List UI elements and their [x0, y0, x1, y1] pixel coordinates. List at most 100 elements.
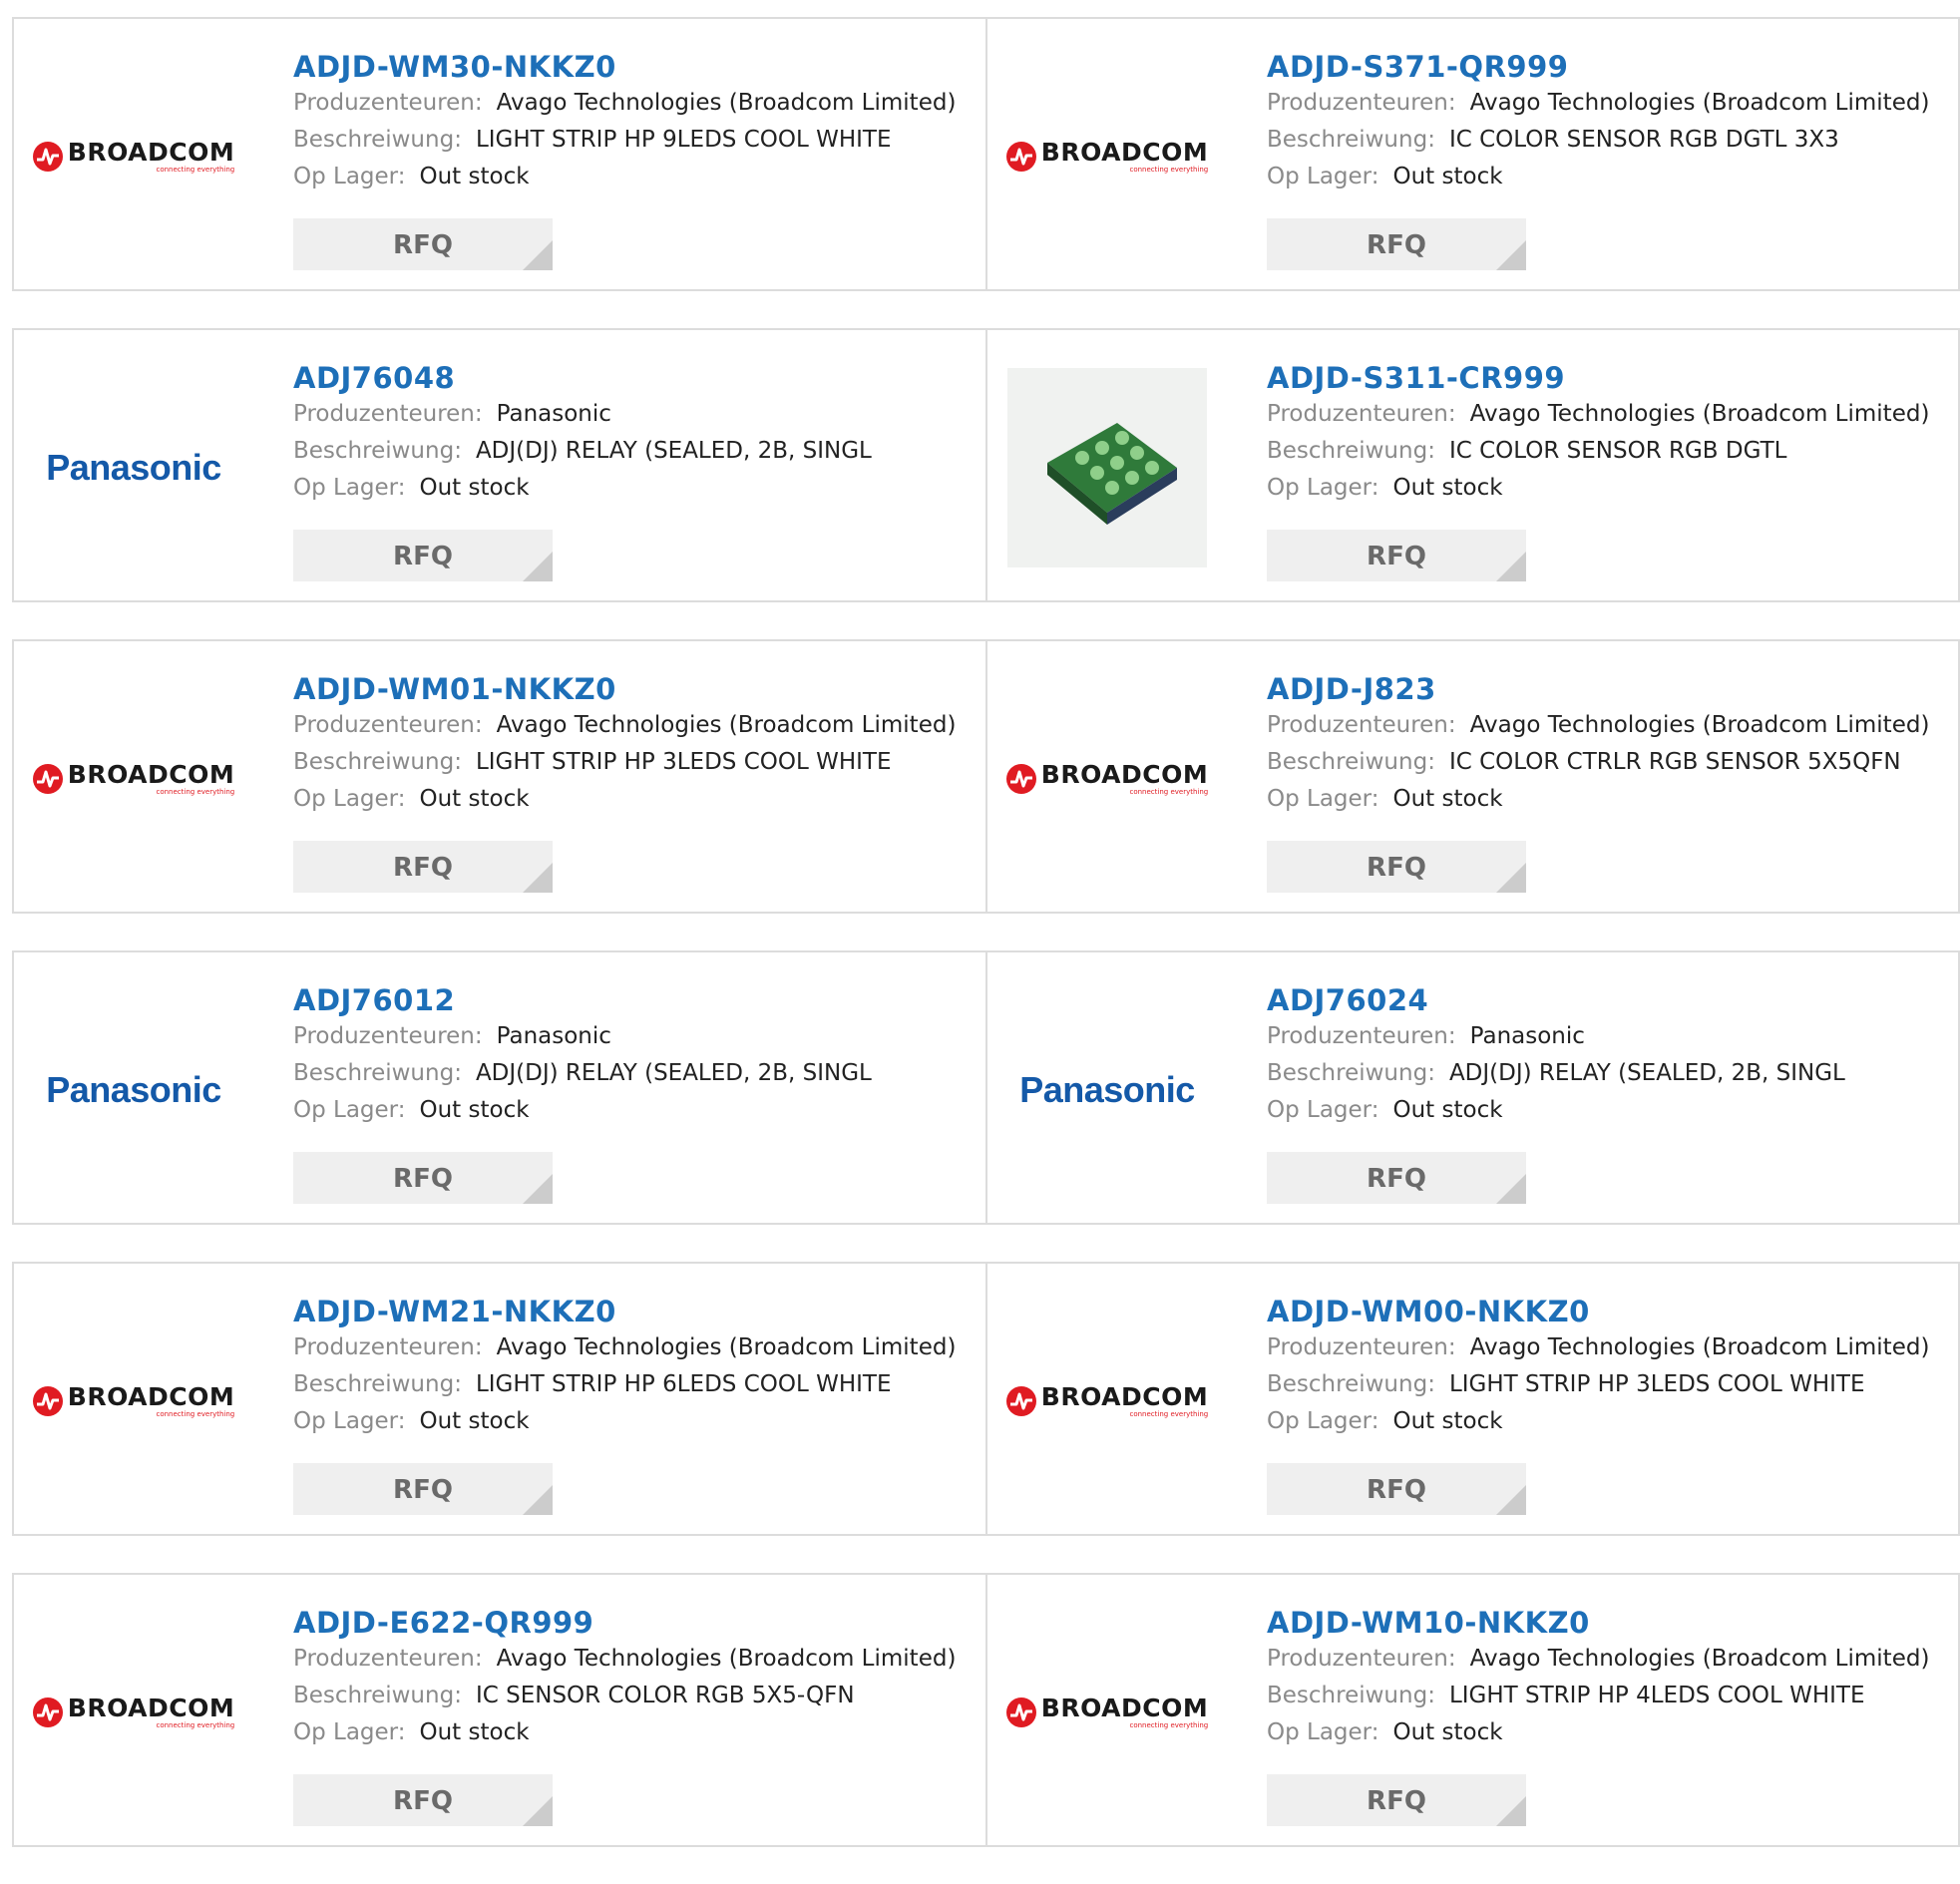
part-number-link[interactable]: ADJD-WM30-NKKZ0	[293, 49, 956, 85]
stock-line: Op Lager: Out stock	[293, 1714, 956, 1751]
stock-label: Op Lager:	[293, 786, 406, 812]
product-row: BROADCOM connecting everything ADJD-WM30-N…	[12, 17, 1960, 291]
product-card: BROADCOM connecting everything ADJD-WM30-N…	[12, 17, 987, 291]
part-number-link[interactable]: ADJ76024	[1267, 982, 1845, 1018]
manufacturer-label: Produzenteuren:	[1267, 1646, 1456, 1672]
product-info: ADJD-WM30-NKKZ0 Produzenteuren: Avago Tech…	[293, 49, 956, 195]
broadcom-wordmark: BROADCOM	[1040, 1694, 1209, 1722]
part-number-link[interactable]: ADJ76012	[293, 982, 872, 1018]
rfq-button[interactable]: RFQ	[293, 218, 553, 270]
manufacturer-logo[interactable]: BROADCOM connecting everything	[1005, 679, 1209, 879]
part-number-link[interactable]: ADJD-WM10-NKKZ0	[1267, 1605, 1929, 1641]
stock-value: Out stock	[1392, 786, 1503, 812]
manufacturer-logo[interactable]: BROADCOM connecting everything	[1005, 57, 1208, 256]
stock-value: Out stock	[1392, 1097, 1503, 1123]
part-number-link[interactable]: ADJD-S311-CR999	[1267, 360, 1929, 396]
product-card: Panasonic ADJ76048 Produzenteuren: Panasoni…	[12, 328, 987, 602]
rfq-button[interactable]: RFQ	[1267, 218, 1526, 270]
manufacturer-logo[interactable]: BROADCOM connecting everything	[32, 679, 234, 879]
description-line: Beschreiwung: IC COLOR CTRLR RGB SENSOR 5…	[1267, 744, 1929, 781]
rfq-label: RFQ	[1367, 1164, 1426, 1194]
description-value: ADJ(DJ) RELAY (SEALED, 2B, SINGL	[475, 438, 872, 464]
manufacturer-label: Produzenteuren:	[293, 1334, 483, 1360]
corner-triangle-icon	[1496, 1485, 1526, 1515]
manufacturer-value: Avago Technologies (Broadcom Limited)	[496, 1334, 957, 1360]
manufacturer-value: Panasonic	[496, 1023, 611, 1049]
rfq-button[interactable]: RFQ	[293, 1152, 553, 1204]
description-label: Beschreiwung:	[1267, 438, 1435, 464]
broadcom-pulse-icon	[32, 1697, 63, 1727]
product-info: ADJ76024 Produzenteuren: Panasonic Beschrei…	[1267, 982, 1845, 1129]
product-info: ADJD-WM00-NKKZ0 Produzenteuren: Avago Tech…	[1267, 1294, 1929, 1440]
broadcom-pulse-icon	[32, 1386, 63, 1416]
manufacturer-logo[interactable]: Panasonic	[34, 990, 233, 1190]
product-card: BROADCOM connecting everything ADJD-WM01-N…	[12, 639, 987, 914]
product-info: ADJD-E622-QR999 Produzenteuren: Avago Tech…	[293, 1605, 956, 1751]
manufacturer-line: Produzenteuren: Avago Technologies (Broad…	[1267, 396, 1929, 433]
broadcom-tagline: connecting everything	[156, 1410, 235, 1418]
manufacturer-logo[interactable]: BROADCOM connecting everything	[1005, 1302, 1208, 1501]
product-info: ADJ76012 Produzenteuren: Panasonic Beschrei…	[293, 982, 872, 1129]
manufacturer-logo[interactable]: BROADCOM connecting everything	[32, 1613, 234, 1812]
product-info: ADJD-S371-QR999 Produzenteuren: Avago Tech…	[1267, 49, 1929, 195]
description-line: Beschreiwung: ADJ(DJ) RELAY (SEALED, 2B, …	[293, 1055, 872, 1092]
manufacturer-value: Avago Technologies (Broadcom Limited)	[496, 1646, 957, 1672]
manufacturer-value: Avago Technologies (Broadcom Limited)	[496, 712, 957, 738]
description-line: Beschreiwung: IC SENSOR COLOR RGB 5X5-QFN	[293, 1678, 956, 1714]
stock-value: Out stock	[419, 1719, 530, 1745]
corner-triangle-icon	[523, 1174, 553, 1204]
stock-value: Out stock	[1392, 475, 1503, 501]
product-card: BROADCOM connecting everything ADJD-S371-Q…	[987, 17, 1960, 291]
manufacturer-logo[interactable]: Panasonic	[34, 368, 233, 567]
rfq-button[interactable]: RFQ	[293, 1774, 553, 1826]
product-card: BROADCOM connecting everything ADJD-WM10-N…	[987, 1573, 1960, 1847]
stock-label: Op Lager:	[1267, 786, 1379, 812]
broadcom-logo: BROADCOM connecting everything	[32, 762, 234, 796]
rfq-button[interactable]: RFQ	[1267, 1463, 1526, 1515]
part-number-link[interactable]: ADJD-WM01-NKKZ0	[293, 671, 956, 707]
part-number-link[interactable]: ADJ76048	[293, 360, 872, 396]
manufacturer-logo[interactable]: BROADCOM connecting everything	[1005, 1613, 1209, 1812]
manufacturer-value: Panasonic	[496, 401, 611, 427]
part-number-link[interactable]: ADJD-WM21-NKKZ0	[293, 1294, 956, 1329]
rfq-label: RFQ	[393, 230, 453, 260]
rfq-button[interactable]: RFQ	[1267, 1152, 1526, 1204]
part-number-link[interactable]: ADJD-WM00-NKKZ0	[1267, 1294, 1929, 1329]
manufacturer-logo[interactable]: Panasonic	[1007, 990, 1207, 1190]
stock-value: Out stock	[419, 164, 530, 189]
manufacturer-logo[interactable]: BROADCOM connecting everything	[32, 57, 234, 256]
rfq-button[interactable]: RFQ	[1267, 530, 1526, 581]
description-label: Beschreiwung:	[1267, 749, 1435, 775]
stock-value: Out stock	[1392, 1408, 1503, 1434]
product-info: ADJ76048 Produzenteuren: Panasonic Beschrei…	[293, 360, 872, 507]
part-number-link[interactable]: ADJD-E622-QR999	[293, 1605, 956, 1641]
rfq-button[interactable]: RFQ	[1267, 1774, 1526, 1826]
product-card: ADJD-S311-CR999 Produzenteuren: Avago Tech…	[987, 328, 1960, 602]
manufacturer-logo[interactable]: BROADCOM connecting everything	[32, 1302, 235, 1501]
stock-value: Out stock	[419, 1097, 530, 1123]
manufacturer-label: Produzenteuren:	[1267, 712, 1456, 738]
stock-line: Op Lager: Out stock	[293, 1403, 956, 1440]
rfq-button[interactable]: RFQ	[293, 841, 553, 893]
product-info: ADJD-WM10-NKKZ0 Produzenteuren: Avago Tech…	[1267, 1605, 1929, 1751]
manufacturer-label: Produzenteuren:	[293, 401, 483, 427]
description-label: Beschreiwung:	[293, 1060, 462, 1086]
stock-value: Out stock	[1392, 1719, 1503, 1745]
part-number-link[interactable]: ADJD-J823	[1267, 671, 1929, 707]
stock-line: Op Lager: Out stock	[293, 159, 956, 195]
rfq-button[interactable]: RFQ	[293, 530, 553, 581]
manufacturer-label: Produzenteuren:	[1267, 90, 1456, 116]
stock-value: Out stock	[419, 786, 530, 812]
manufacturer-line: Produzenteuren: Avago Technologies (Broad…	[1267, 1329, 1929, 1366]
description-line: Beschreiwung: LIGHT STRIP HP 9LEDS COOL W…	[293, 122, 956, 159]
manufacturer-logo[interactable]	[1007, 368, 1207, 567]
broadcom-logo: BROADCOM connecting everything	[32, 1696, 234, 1729]
description-line: Beschreiwung: IC COLOR SENSOR RGB DGTL	[1267, 433, 1929, 470]
broadcom-tagline: connecting everything	[1129, 1721, 1209, 1729]
broadcom-tagline: connecting everything	[1129, 788, 1209, 796]
description-value: IC COLOR SENSOR RGB DGTL	[1448, 438, 1787, 464]
rfq-button[interactable]: RFQ	[1267, 841, 1526, 893]
stock-line: Op Lager: Out stock	[293, 470, 872, 507]
part-number-link[interactable]: ADJD-S371-QR999	[1267, 49, 1929, 85]
rfq-button[interactable]: RFQ	[293, 1463, 553, 1515]
